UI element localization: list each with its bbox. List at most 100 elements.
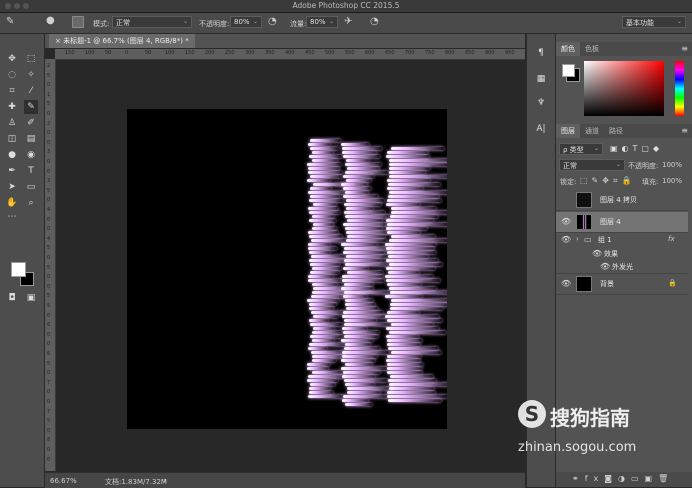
- chevron-right-icon[interactable]: ›: [163, 476, 166, 485]
- tab-layers[interactable]: 图层: [556, 124, 580, 138]
- glow-streak: [344, 171, 388, 174]
- eye-icon[interactable]: 👁: [561, 217, 571, 226]
- glow-streak: [386, 367, 423, 370]
- watermark-url: zhinan.sogou.com: [518, 440, 637, 455]
- ruler-tick-label: 0: [47, 197, 51, 204]
- brush-tool-icon[interactable]: ✎: [6, 16, 14, 27]
- fg-color-chip[interactable]: [562, 64, 575, 77]
- move-tool-icon[interactable]: ✥: [5, 52, 19, 66]
- glow-streak: [311, 159, 338, 162]
- character-icon[interactable]: A|: [534, 122, 548, 136]
- glow-streak: [343, 175, 374, 178]
- mode-select[interactable]: 正常 ⌄: [112, 16, 192, 28]
- crop-tool-icon[interactable]: ⌗: [5, 84, 19, 98]
- pressure-size-icon[interactable]: ◔: [370, 16, 379, 27]
- pen-tool-icon[interactable]: ✒: [5, 164, 19, 178]
- path-select-tool-icon[interactable]: ➤: [5, 180, 19, 194]
- close-icon[interactable]: ×: [55, 37, 63, 45]
- airbrush-icon[interactable]: ✈: [344, 16, 352, 27]
- tab-swatches[interactable]: 色板: [580, 42, 604, 56]
- fill-value[interactable]: 100%: [662, 177, 682, 185]
- glow-streak: [343, 311, 383, 314]
- layer-action-icons[interactable]: ⚭fx◙◑▭▣🗑: [572, 474, 674, 483]
- glow-streak: [386, 283, 422, 286]
- pressure-opacity-icon[interactable]: ◔: [268, 16, 277, 27]
- quick-select-tool-icon[interactable]: ✧: [24, 68, 38, 82]
- brush-preset-icon[interactable]: ●: [46, 15, 55, 26]
- glow-streak: [345, 227, 382, 230]
- panel-menu-icon[interactable]: ≡: [681, 44, 688, 53]
- ruler-tick-label: 0: [47, 447, 51, 453]
- brush-presets-icon[interactable]: ♆: [534, 96, 548, 110]
- glow-streak: [387, 371, 423, 374]
- layer-filter-select[interactable]: ρ 类型 ⌄: [559, 143, 603, 155]
- effects-row[interactable]: 👁 效果: [556, 248, 688, 260]
- type-tool-icon[interactable]: T: [24, 164, 38, 178]
- ruler-tick-label: 5: [47, 293, 51, 300]
- history-brush-tool-icon[interactable]: ✐: [24, 116, 38, 130]
- layer-row[interactable]: 图层 4 拷贝: [556, 190, 688, 211]
- eye-icon[interactable]: 👁: [561, 279, 571, 288]
- zoom-level[interactable]: 66.67%: [50, 477, 77, 485]
- layer-row[interactable]: 👁 背景 🔒: [556, 274, 688, 295]
- eye-icon[interactable]: 👁: [592, 249, 602, 258]
- eraser-tool-icon[interactable]: ◫: [5, 132, 19, 146]
- clone-stamp-tool-icon[interactable]: ♙: [5, 116, 19, 130]
- glow-streak: [385, 243, 437, 246]
- paragraph-icon[interactable]: ¶: [534, 46, 548, 60]
- chevron-down-icon: ⌄: [328, 18, 334, 25]
- glow-streak: [386, 311, 419, 314]
- zoom-tool-icon[interactable]: ⌕: [24, 196, 38, 210]
- glow-streak: [346, 307, 378, 310]
- outer-glow-row[interactable]: 👁 外发光: [556, 261, 688, 274]
- panel-menu-icon[interactable]: ≡: [681, 126, 688, 135]
- color-picker-field[interactable]: [584, 61, 664, 116]
- hand-tool-icon[interactable]: ✋: [5, 196, 19, 210]
- layer-filter-icons[interactable]: ▣◐T▢◆: [610, 144, 663, 153]
- fx-badge[interactable]: fx: [668, 235, 675, 243]
- blur-tool-icon[interactable]: ●: [5, 148, 19, 162]
- group-row[interactable]: 👁 › ▭ 组 1 fx: [556, 233, 688, 247]
- screen-mode-icon[interactable]: ▣: [24, 291, 38, 305]
- marquee-tool-icon[interactable]: ⬚: [24, 52, 38, 66]
- lasso-tool-icon[interactable]: ◌: [5, 68, 19, 82]
- more-tools-icon[interactable]: ⋯: [5, 210, 19, 224]
- workspace-select[interactable]: 基本功能 ⌄: [622, 16, 686, 28]
- tab-color[interactable]: 颜色: [556, 42, 580, 56]
- eye-icon[interactable]: 👁: [561, 235, 571, 244]
- dodge-tool-icon[interactable]: ◉: [24, 148, 38, 162]
- glow-streak: [309, 271, 339, 274]
- brush-panel-toggle-icon[interactable]: [72, 16, 84, 28]
- glow-streak: [341, 275, 384, 278]
- tab-channels[interactable]: 通道: [580, 124, 604, 138]
- glow-streak: [309, 383, 336, 386]
- document-canvas[interactable]: [127, 109, 447, 429]
- glow-streak: [385, 359, 420, 362]
- gradient-tool-icon[interactable]: ▤: [24, 132, 38, 146]
- layer-row-selected[interactable]: 👁 图层 4: [556, 212, 688, 233]
- libraries-icon[interactable]: ▦: [534, 72, 548, 86]
- blend-mode-select[interactable]: 正常 ⌄: [559, 159, 625, 171]
- quick-mask-icon[interactable]: ◘: [5, 291, 19, 305]
- layer-opacity-label: 不透明度:: [628, 162, 659, 170]
- document-tab[interactable]: × 未标题-1 @ 66.7% (图层 4, RGB/8*) *: [49, 34, 195, 48]
- healing-brush-tool-icon[interactable]: ✚: [5, 100, 19, 114]
- rectangle-tool-icon[interactable]: ▭: [24, 180, 38, 194]
- layer-opacity-value[interactable]: 100%: [662, 161, 682, 169]
- canvas-area[interactable]: [56, 60, 525, 471]
- glow-streak: [343, 395, 389, 398]
- lock-icons[interactable]: ⬚✎✥⌗🔒: [580, 176, 635, 186]
- eyedropper-tool-icon[interactable]: ⁄: [24, 84, 38, 98]
- foreground-color-swatch[interactable]: [11, 262, 26, 277]
- tab-paths[interactable]: 路径: [604, 124, 628, 138]
- opacity-field[interactable]: 80% ⌄: [230, 16, 262, 28]
- chevron-right-icon[interactable]: ›: [576, 235, 579, 243]
- eye-icon[interactable]: 👁: [600, 262, 610, 271]
- brush-tool-icon[interactable]: ✎: [24, 100, 38, 114]
- hue-slider[interactable]: [675, 61, 684, 116]
- ruler-tick-label: 0: [47, 370, 51, 377]
- glow-streak: [386, 227, 427, 230]
- flow-field[interactable]: 80% ⌄: [306, 16, 338, 28]
- glow-streak: [310, 195, 339, 198]
- sogou-logo-icon: S: [518, 400, 546, 428]
